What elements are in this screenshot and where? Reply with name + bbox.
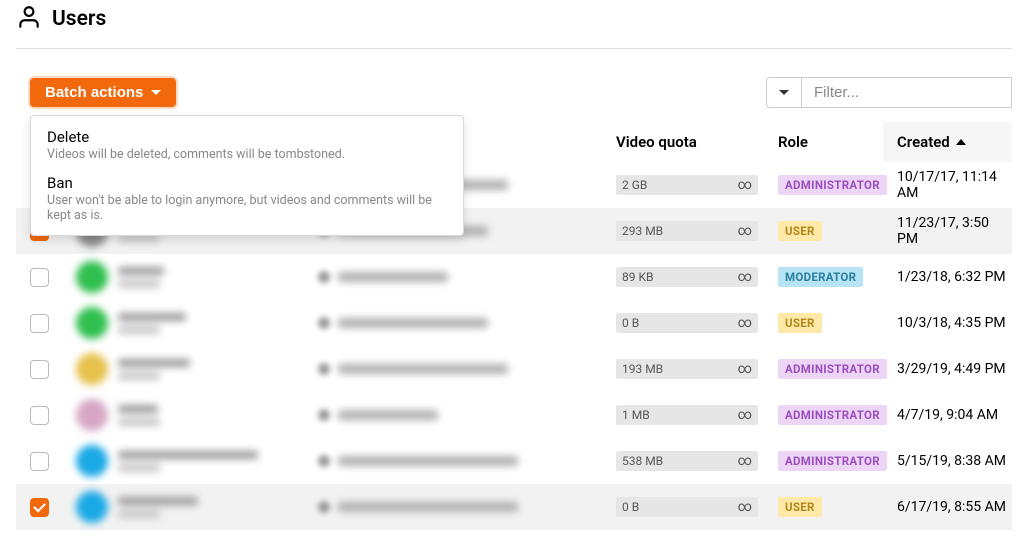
created-date: 6/17/19, 8:55 AM: [883, 499, 1012, 515]
table-row[interactable]: 1 MB ∞ ADMINISTRATOR4/7/19, 9:04 AM: [16, 392, 1012, 438]
role-badge: ADMINISTRATOR: [778, 451, 887, 471]
avatar: [76, 261, 108, 293]
quota-bar: 538 MB ∞: [616, 451, 758, 471]
verified-icon: [318, 363, 330, 375]
caret-down-icon: [779, 90, 789, 95]
quota-value: 0 B: [622, 500, 639, 514]
table-row[interactable]: 0 B ∞ USER 6/17/19, 8:55 AM: [16, 484, 1012, 530]
quota-bar: 1 MB ∞: [616, 405, 758, 425]
dropdown-item-title: Delete: [47, 128, 447, 146]
infinity-icon: ∞: [738, 453, 752, 469]
created-date: 5/15/19, 8:38 AM: [883, 453, 1012, 469]
avatar: [76, 445, 108, 477]
row-checkbox[interactable]: [30, 360, 49, 379]
email-redacted: [338, 410, 438, 420]
infinity-icon: ∞: [738, 177, 752, 193]
created-date: 1/23/18, 6:32 PM: [883, 269, 1012, 285]
username-redacted: [118, 313, 186, 334]
dropdown-item-desc: Videos will be deleted, comments will be…: [47, 147, 447, 162]
username-redacted: [118, 497, 198, 518]
quota-value: 293 MB: [622, 224, 663, 238]
quota-bar: 0 B ∞: [616, 497, 758, 517]
created-date: 4/7/19, 9:04 AM: [883, 407, 1012, 423]
created-date: 3/29/19, 4:49 PM: [883, 361, 1012, 377]
row-checkbox[interactable]: [30, 498, 49, 517]
email-redacted: [338, 272, 448, 282]
email-redacted: [338, 502, 518, 512]
email-redacted: [338, 456, 518, 466]
infinity-icon: ∞: [738, 315, 752, 331]
quota-value: 2 GB: [622, 178, 647, 192]
infinity-icon: ∞: [738, 407, 752, 423]
column-header-created[interactable]: Created: [883, 122, 1012, 162]
role-badge: ADMINISTRATOR: [778, 175, 887, 195]
users-icon: [16, 4, 42, 34]
verified-icon: [318, 455, 330, 467]
quota-bar: 193 MB ∞: [616, 359, 758, 379]
avatar: [76, 353, 108, 385]
avatar: [76, 307, 108, 339]
verified-icon: [318, 409, 330, 421]
infinity-icon: ∞: [738, 223, 752, 239]
quota-value: 0 B: [622, 316, 639, 330]
created-date: 10/3/18, 4:35 PM: [883, 315, 1012, 331]
table-row[interactable]: 0 B ∞ USER 10/3/18, 4:35 PM: [16, 300, 1012, 346]
column-header-created-label: Created: [897, 133, 950, 151]
filter-input[interactable]: [802, 77, 1012, 108]
row-checkbox[interactable]: [30, 314, 49, 333]
infinity-icon: ∞: [738, 361, 752, 377]
role-badge: USER: [778, 313, 822, 333]
dropdown-item-title: Ban: [47, 174, 447, 192]
quota-value: 538 MB: [622, 454, 663, 468]
role-badge: ADMINISTRATOR: [778, 405, 887, 425]
dropdown-item-delete[interactable]: Delete Videos will be deleted, comments …: [31, 122, 463, 168]
avatar: [76, 399, 108, 431]
role-badge: USER: [778, 497, 822, 517]
row-checkbox[interactable]: [30, 268, 49, 287]
role-badge: ADMINISTRATOR: [778, 359, 887, 379]
row-checkbox[interactable]: [30, 406, 49, 425]
caret-down-icon: [151, 90, 161, 95]
batch-actions-button[interactable]: Batch actions: [30, 78, 176, 107]
column-header-role[interactable]: Role: [778, 133, 883, 151]
sort-asc-icon: [956, 139, 966, 145]
dropdown-item-ban[interactable]: Ban User won't be able to login anymore,…: [31, 168, 463, 229]
username-redacted: [118, 267, 164, 288]
created-date: 10/17/17, 11:14 AM: [883, 169, 1012, 201]
table-row[interactable]: 89 KB ∞ MODERATOR 1/23/18, 6:32 PM: [16, 254, 1012, 300]
dropdown-item-desc: User won't be able to login anymore, but…: [47, 193, 447, 223]
infinity-icon: ∞: [738, 269, 752, 285]
infinity-icon: ∞: [738, 499, 752, 515]
filter-group: [766, 77, 1012, 108]
quota-value: 89 KB: [622, 270, 653, 284]
username-redacted: [118, 405, 160, 426]
quota-bar: 293 MB ∞: [616, 221, 758, 241]
toolbar: Batch actions Delete Videos will be dele…: [16, 77, 1012, 122]
filter-dropdown-button[interactable]: [766, 77, 802, 108]
table-row[interactable]: 193 MB ∞ ADMINISTRATOR3/29/19, 4:49 PM: [16, 346, 1012, 392]
row-checkbox[interactable]: [30, 452, 49, 471]
page-header: Users: [16, 4, 1012, 49]
batch-actions-dropdown: Delete Videos will be deleted, comments …: [30, 115, 464, 236]
created-date: 11/23/17, 3:50 PM: [883, 215, 1012, 247]
column-header-quota[interactable]: Video quota: [616, 133, 778, 151]
username-redacted: [118, 359, 190, 380]
page-title: Users: [52, 7, 106, 31]
username-redacted: [118, 451, 258, 472]
quota-bar: 2 GB ∞: [616, 175, 758, 195]
verified-icon: [318, 271, 330, 283]
quota-bar: 89 KB ∞: [616, 267, 758, 287]
verified-icon: [318, 317, 330, 329]
role-badge: MODERATOR: [778, 267, 863, 287]
quota-value: 193 MB: [622, 362, 663, 376]
quota-bar: 0 B ∞: [616, 313, 758, 333]
role-badge: USER: [778, 221, 822, 241]
email-redacted: [338, 364, 508, 374]
table-row[interactable]: 538 MB ∞ ADMINISTRATOR5/15/19, 8:38 AM: [16, 438, 1012, 484]
quota-value: 1 MB: [622, 408, 650, 422]
batch-actions-label: Batch actions: [45, 84, 143, 101]
verified-icon: [318, 501, 330, 513]
avatar: [76, 491, 108, 523]
email-redacted: [338, 318, 488, 328]
